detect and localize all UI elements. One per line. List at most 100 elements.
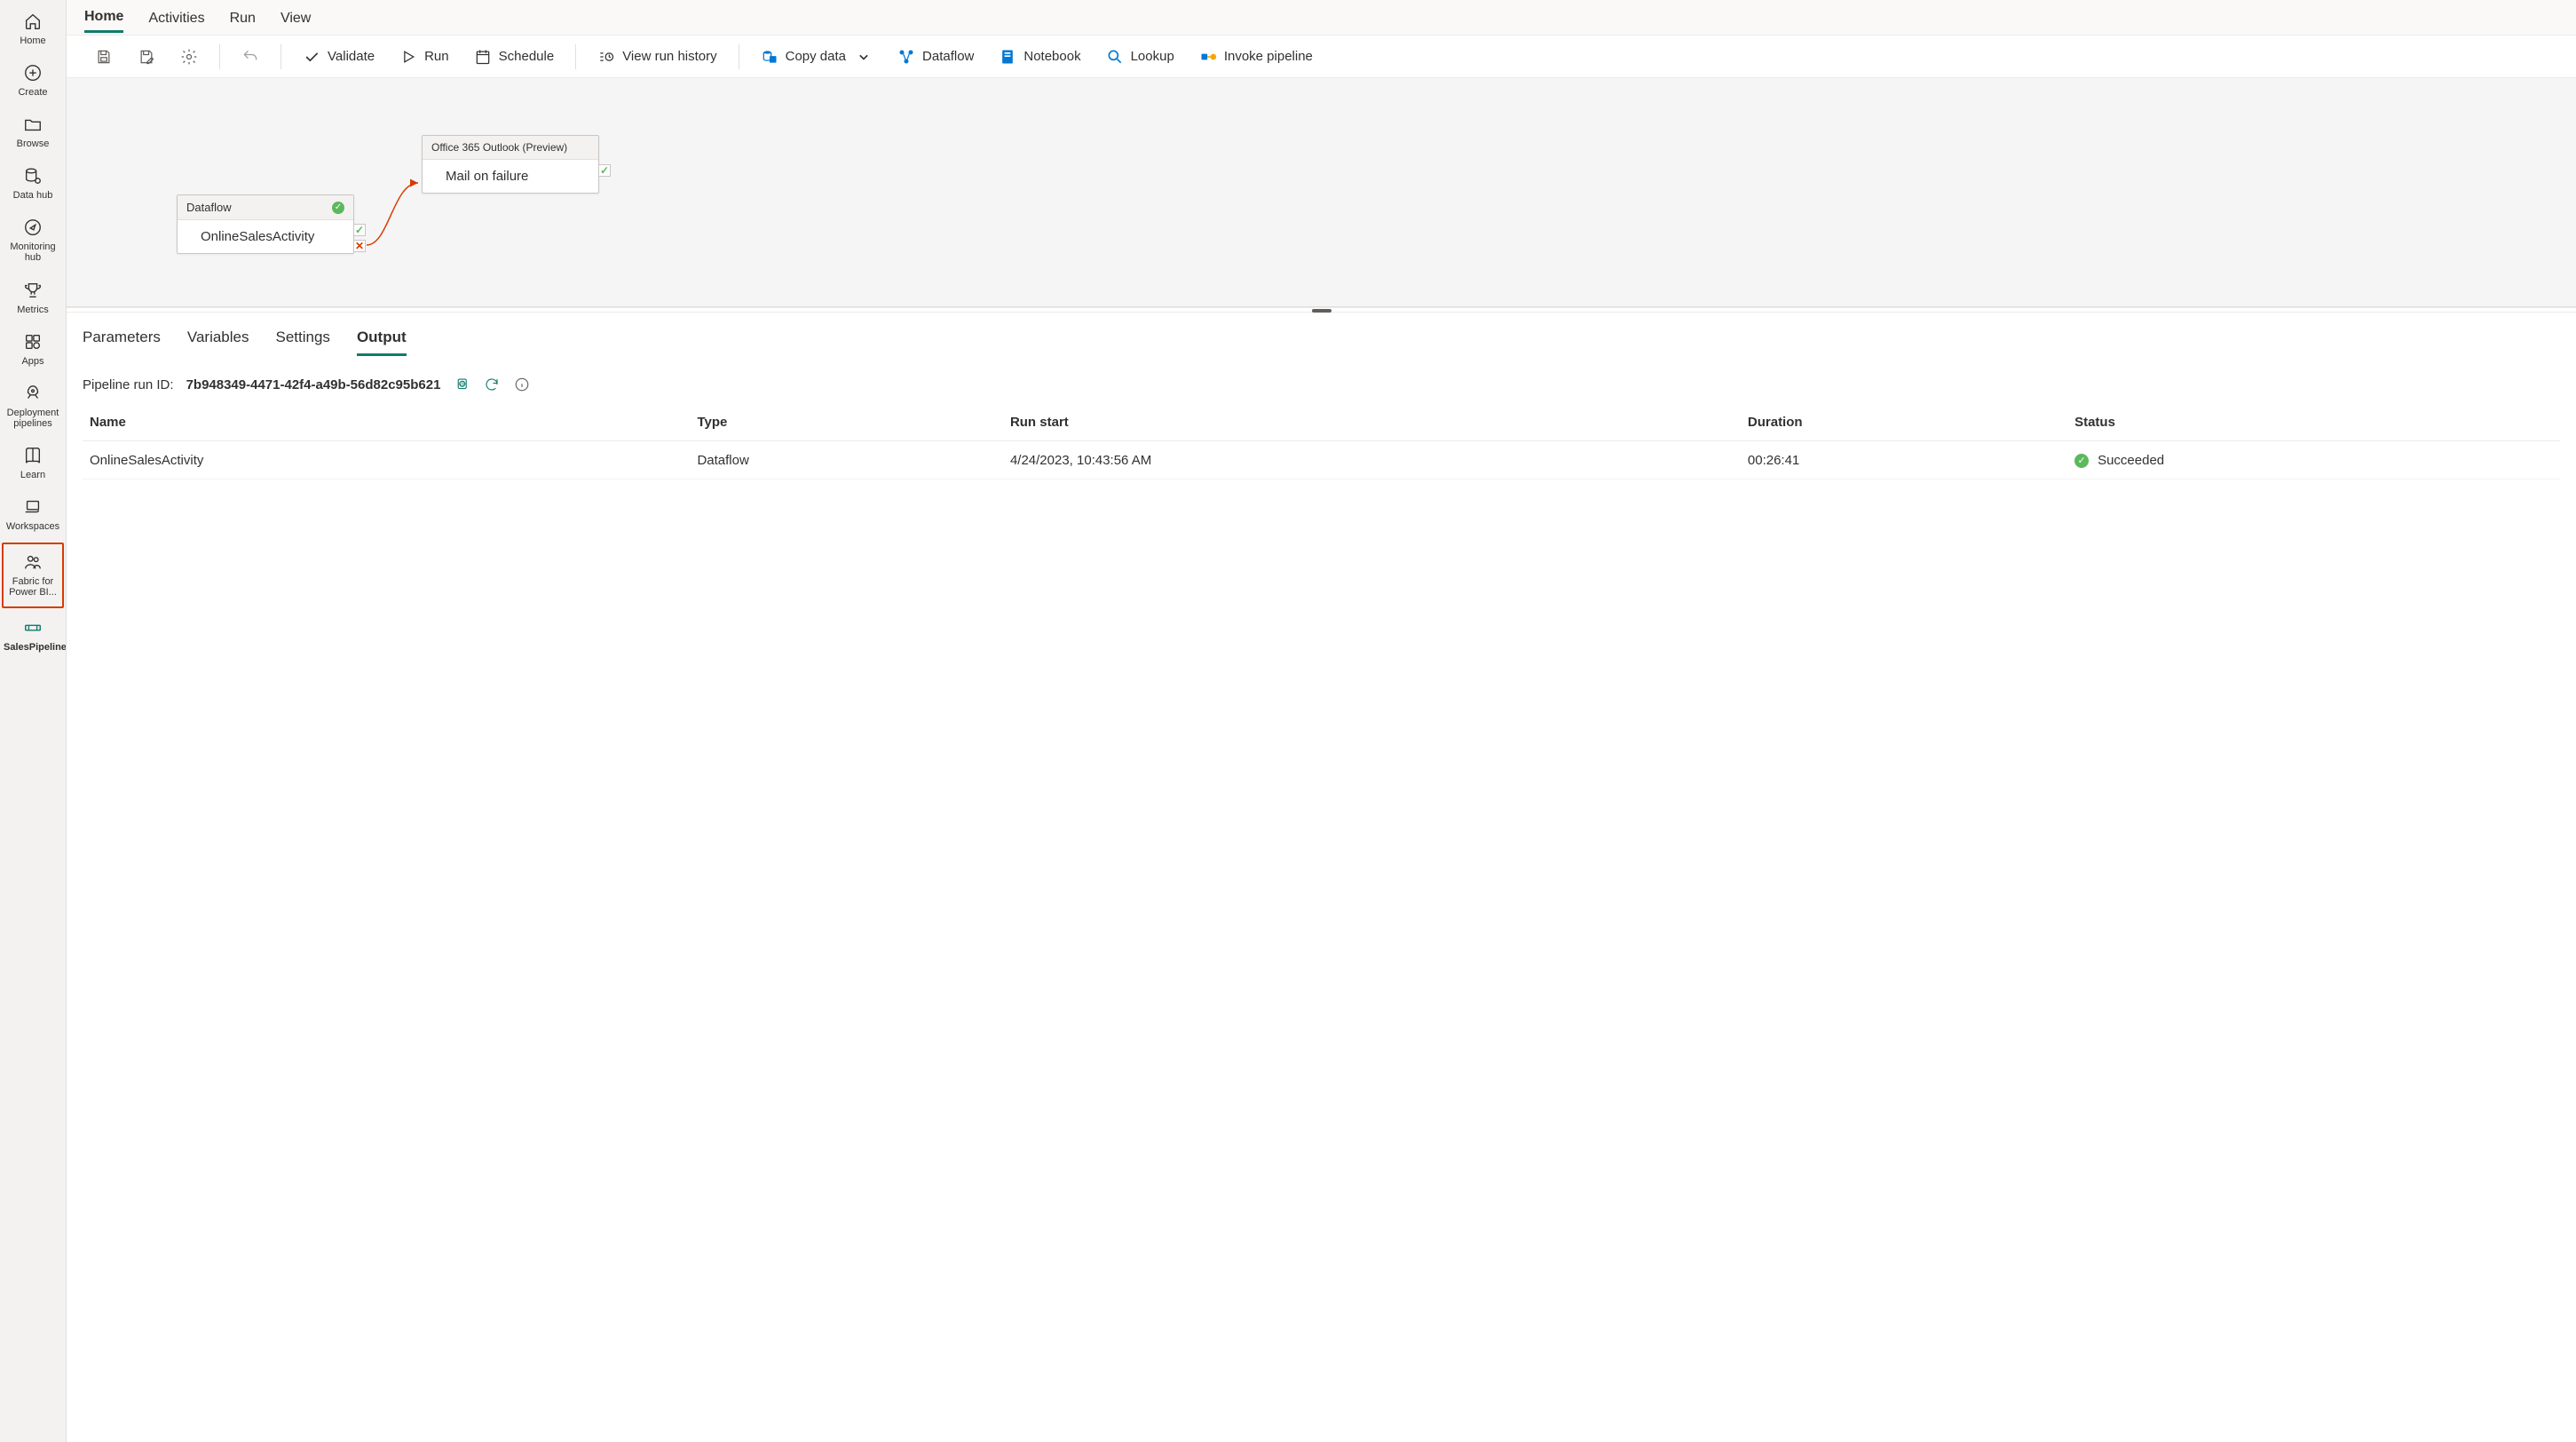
- activity-node-outlook[interactable]: Office 365 Outlook (Preview) Mail on fai…: [422, 135, 599, 194]
- nav-label: Create: [4, 87, 62, 98]
- cell-start: 4/24/2023, 10:43:56 AM: [1003, 441, 1741, 479]
- nav-item-apps[interactable]: Apps: [2, 324, 64, 376]
- activity-node-dataflow[interactable]: Dataflow ✓ OnlineSalesActivity ✓ ✕: [177, 194, 354, 254]
- notebook-icon: [999, 48, 1016, 66]
- tab-home[interactable]: Home: [84, 2, 123, 33]
- chevron-down-icon: [855, 48, 873, 66]
- status-success-icon: ✓: [332, 202, 344, 214]
- copy-run-id-button[interactable]: @: [453, 376, 470, 393]
- tab-activities[interactable]: Activities: [148, 4, 204, 32]
- node-header: Office 365 Outlook (Preview): [431, 141, 567, 154]
- nav-label: Learn: [4, 470, 62, 480]
- output-port-failure[interactable]: ✕: [353, 240, 366, 252]
- save-button[interactable]: [86, 43, 122, 71]
- nav-label: SalesPipeline: [4, 642, 62, 653]
- history-list-icon: [597, 48, 615, 66]
- cell-name: OnlineSalesActivity: [83, 441, 690, 479]
- status-success-icon: ✓: [2074, 454, 2089, 468]
- nav-item-salespipeline[interactable]: SalesPipeline: [2, 610, 64, 662]
- col-type: Type: [690, 404, 1002, 441]
- nav-item-monitoring-hub[interactable]: Monitoring hub: [2, 210, 64, 272]
- left-nav: Home Create Browse Data hub Monitoring hub Me…: [0, 0, 67, 1442]
- output-panel: Parameters Variables Settings Output Pipeli…: [67, 313, 2576, 1442]
- notebook-button[interactable]: Notebook: [990, 43, 1089, 71]
- panel-tab-variables[interactable]: Variables: [187, 325, 249, 356]
- nav-item-create[interactable]: Create: [2, 55, 64, 107]
- pipeline-icon: [4, 617, 62, 638]
- nav-label: Workspaces: [4, 521, 62, 532]
- output-table: NameTypeRun startDurationStatus OnlineSa…: [83, 404, 2560, 479]
- nav-label: Home: [4, 36, 62, 46]
- col-name: Name: [83, 404, 690, 441]
- lookup-label: Lookup: [1131, 49, 1174, 64]
- output-port-success[interactable]: ✓: [353, 224, 366, 236]
- nav-label: Monitoring hub: [4, 242, 62, 263]
- col-run-start: Run start: [1003, 404, 1741, 441]
- output-port-success[interactable]: ✓: [598, 164, 611, 177]
- stacks-icon: [4, 496, 62, 518]
- schedule-label: Schedule: [499, 49, 555, 64]
- nav-item-learn[interactable]: Learn: [2, 438, 64, 489]
- info-button[interactable]: [513, 376, 531, 393]
- save-as-icon: [138, 48, 155, 66]
- dataflow-button[interactable]: Dataflow: [889, 43, 983, 71]
- db-icon: [4, 165, 62, 186]
- invoke-pipeline-button[interactable]: Invoke pipeline: [1190, 43, 1322, 71]
- panel-tab-parameters[interactable]: Parameters: [83, 325, 161, 356]
- validate-label: Validate: [328, 49, 375, 64]
- nav-label: Apps: [4, 356, 62, 367]
- view-run-history-label: View run history: [622, 49, 716, 64]
- rocket-icon: [4, 383, 62, 404]
- nav-item-data-hub[interactable]: Data hub: [2, 158, 64, 210]
- tab-run[interactable]: Run: [230, 4, 256, 32]
- table-row[interactable]: OnlineSalesActivityDataflow4/24/2023, 10…: [83, 441, 2560, 479]
- cell-type: Dataflow: [690, 441, 1002, 479]
- calendar-icon: [474, 48, 492, 66]
- panel-tab-settings[interactable]: Settings: [276, 325, 330, 356]
- copy-data-button[interactable]: Copy data: [752, 43, 881, 71]
- save-as-button[interactable]: [129, 43, 164, 71]
- top-tabs: Home Activities Run View: [67, 0, 2576, 36]
- notebook-label: Notebook: [1023, 49, 1080, 64]
- run-id-label: Pipeline run ID:: [83, 377, 174, 392]
- col-status: Status: [2067, 404, 2560, 441]
- ribbon-toolbar: Validate Run Schedule View run history C…: [67, 36, 2576, 78]
- nav-label: Metrics: [4, 305, 62, 315]
- view-run-history-button[interactable]: View run history: [589, 43, 725, 71]
- panel-splitter[interactable]: [67, 307, 2576, 313]
- nav-item-fabric-for-power-bi-[interactable]: Fabric for Power BI...: [2, 543, 64, 608]
- copy-data-icon: [761, 48, 778, 66]
- tab-view[interactable]: View: [281, 4, 311, 32]
- nav-item-browse[interactable]: Browse: [2, 107, 64, 158]
- run-id-value: 7b948349-4471-42f4-a49b-56d82c95b621: [186, 377, 441, 392]
- undo-button[interactable]: [233, 43, 268, 71]
- dataflow-icon: [897, 48, 915, 66]
- panel-tabs: Parameters Variables Settings Output: [83, 325, 2560, 356]
- undo-icon: [241, 48, 259, 66]
- home-icon: [4, 11, 62, 32]
- save-icon: [95, 48, 113, 66]
- svg-text:@: @: [461, 383, 465, 388]
- nav-item-metrics[interactable]: Metrics: [2, 273, 64, 324]
- plus-circle-icon: [4, 62, 62, 83]
- panel-tab-output[interactable]: Output: [357, 325, 407, 356]
- run-button[interactable]: Run: [391, 43, 458, 71]
- settings-gear-button[interactable]: [171, 43, 207, 71]
- refresh-button[interactable]: [483, 376, 501, 393]
- gear-icon: [180, 48, 198, 66]
- nav-item-deployment-pipelines[interactable]: Deployment pipelines: [2, 376, 64, 438]
- nav-label: Deployment pipelines: [4, 408, 62, 429]
- nav-label: Browse: [4, 139, 62, 149]
- run-id-row: Pipeline run ID: 7b948349-4471-42f4-a49b…: [83, 376, 2560, 393]
- pipeline-canvas[interactable]: Dataflow ✓ OnlineSalesActivity ✓ ✕ Offic…: [67, 78, 2576, 307]
- validate-button[interactable]: Validate: [294, 43, 383, 71]
- nav-item-workspaces[interactable]: Workspaces: [2, 489, 64, 541]
- check-icon: ✓: [600, 164, 609, 177]
- lookup-button[interactable]: Lookup: [1097, 43, 1183, 71]
- nav-item-home[interactable]: Home: [2, 4, 64, 55]
- node-title: Mail on failure: [446, 169, 528, 184]
- nav-label: Fabric for Power BI...: [5, 576, 60, 598]
- schedule-button[interactable]: Schedule: [465, 43, 564, 71]
- check-icon: ✓: [355, 224, 364, 236]
- run-label: Run: [424, 49, 449, 64]
